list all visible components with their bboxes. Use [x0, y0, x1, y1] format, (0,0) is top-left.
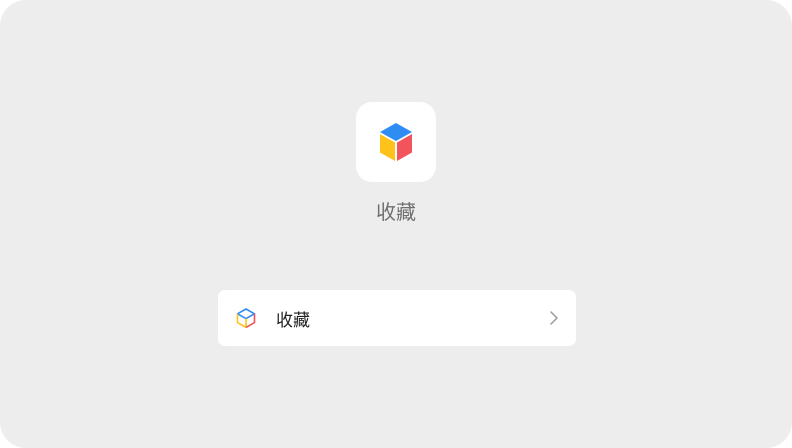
- list-item-label: 收藏: [276, 310, 310, 331]
- app-window: 收藏 收藏: [0, 0, 792, 448]
- cube-outline-icon: [235, 307, 257, 329]
- list-item-favorites[interactable]: 收藏: [218, 290, 576, 346]
- cube-icon: [380, 123, 412, 161]
- app-title: 收藏: [376, 200, 416, 224]
- app-icon-tile: [356, 102, 436, 182]
- chevron-right-icon: [548, 310, 560, 326]
